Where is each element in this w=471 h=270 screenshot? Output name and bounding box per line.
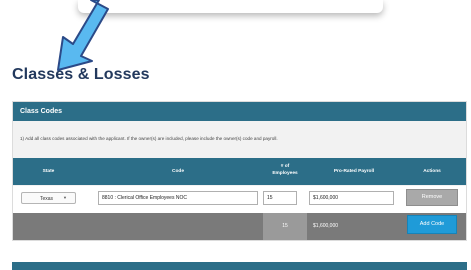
class-codes-panel: Class Codes 1) Add all class codes assoc… — [12, 101, 467, 241]
col-state: State — [42, 169, 55, 174]
col-code: Code — [172, 169, 184, 174]
employees-input[interactable]: 15 — [263, 191, 297, 205]
chevron-down-icon: ▼ — [63, 195, 67, 200]
col-employees-line2: Employees — [272, 171, 298, 176]
panel-title: Class Codes — [13, 102, 466, 121]
total-payroll: $1,600,000 — [313, 223, 339, 229]
col-payroll: Pro-Rated Payroll — [333, 169, 375, 174]
state-select[interactable]: Texas ▼ — [21, 192, 76, 204]
table-header: State Code # of Employees Pro-Rated Payr… — [13, 158, 466, 185]
add-code-button[interactable]: Add Code — [407, 215, 457, 234]
totals-row: 15 $1,600,000 Add Code — [13, 213, 466, 240]
instructions-text: 1) Add all class codes associated with t… — [20, 136, 278, 141]
col-employees-line1: # of — [280, 164, 290, 169]
previous-panel-edge — [78, 0, 383, 13]
state-value: Texas — [40, 195, 54, 202]
total-employees: 15 — [263, 213, 307, 240]
payroll-input[interactable]: $1,600,000 — [309, 191, 394, 205]
next-panel-header — [12, 262, 467, 270]
code-input[interactable]: 8810 : Clerical Office Employees NOC — [98, 191, 258, 205]
page-title: Classes & Losses — [12, 66, 150, 83]
remove-button[interactable]: Remove — [406, 189, 458, 206]
col-actions: Actions — [423, 169, 441, 174]
table-row: Texas ▼ 8810 : Clerical Office Employees… — [13, 186, 466, 213]
